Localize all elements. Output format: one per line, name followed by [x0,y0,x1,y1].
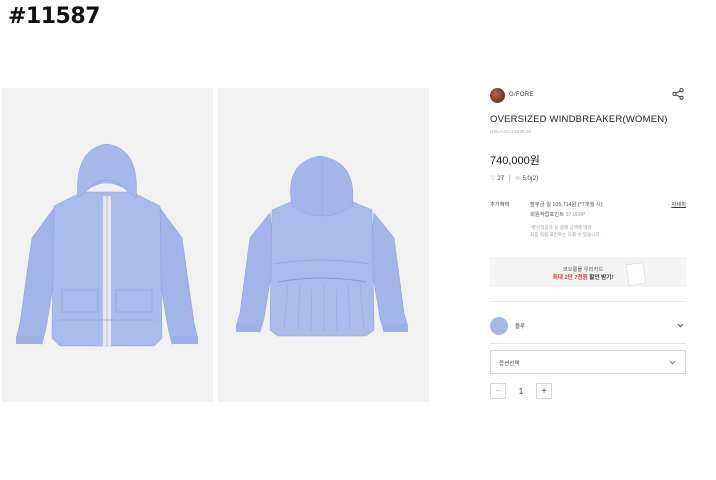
option-select[interactable]: 옵션선택 [490,350,686,374]
jacket-back-illustration [235,155,409,337]
product-image-front[interactable] [2,88,213,402]
heart-icon[interactable]: ♡ [490,175,495,182]
product-info-panel: G/FORE OVERSIZED WINDBREAKER(WOMEN) GNUA… [490,86,686,239]
points-note-line2: 최종 적립 포인트는 다를 수 있습니다. [530,232,602,238]
divider [509,175,511,182]
benefit-more-link[interactable]: 자세히 [671,200,686,210]
color-option-row[interactable]: 블루 [490,316,686,336]
brand-name[interactable]: G/FORE [509,92,534,98]
product-image-back[interactable] [218,88,429,402]
points-note-line1: *할인적용과 실 결제 금액에 따라 [530,225,592,231]
rating-value[interactable]: 5.0(2) [522,176,538,182]
rating-row: ♡ 27 ☆ 5.0(2) [490,175,686,182]
post-id: #11587 [8,4,100,29]
card-icon [625,261,647,287]
product-code: GNUAM22303NJK [490,129,532,134]
points-value: 37,000P [565,212,586,219]
benefit-section: 추가혜택 자세히 할부금 월 105,714원 (*7개월 시) 회원적립포인트… [490,200,686,239]
product-price: 740,000원 [490,155,540,167]
card-promo-line1: 코오롱몰 우리카드 [562,267,604,273]
option-select-label: 옵션선택 [499,361,520,367]
chevron-down-icon [669,360,676,365]
card-promo-banner[interactable]: 코오롱몰 우리카드 최대 2만 7천원 할인 받기! [490,257,686,287]
points-info: 회원적립포인트 37,000P [530,210,686,220]
quantity-value: 1 [518,386,524,396]
card-promo-amount: 최대 2만 7천원 [552,275,588,281]
brand-row: G/FORE [490,86,686,104]
color-name: 블루 [515,324,526,330]
share-icon[interactable] [672,88,684,100]
benefit-label: 추가혜택 [490,202,510,208]
card-promo-cta: 할인 받기! [587,275,614,281]
divider [490,343,686,344]
star-icon: ☆ [515,176,521,182]
color-swatch[interactable] [490,317,508,335]
chevron-down-icon[interactable] [677,322,684,329]
quantity-increase-button[interactable]: + [536,383,552,399]
installment-info: 할부금 월 105,714원 (*7개월 시) [530,202,603,208]
quantity-stepper: − 1 + [490,383,552,399]
like-count: 27 [497,175,505,182]
brand-avatar[interactable] [490,87,505,103]
jacket-front-illustration [15,143,199,347]
points-label: 회원적립포인트 [530,212,565,219]
divider [490,301,686,302]
quantity-decrease-button[interactable]: − [490,383,506,399]
product-title: OVERSIZED WINDBREAKER(WOMEN) [490,114,668,125]
card-promo-line2: 최대 2만 7천원 할인 받기! [538,273,628,281]
